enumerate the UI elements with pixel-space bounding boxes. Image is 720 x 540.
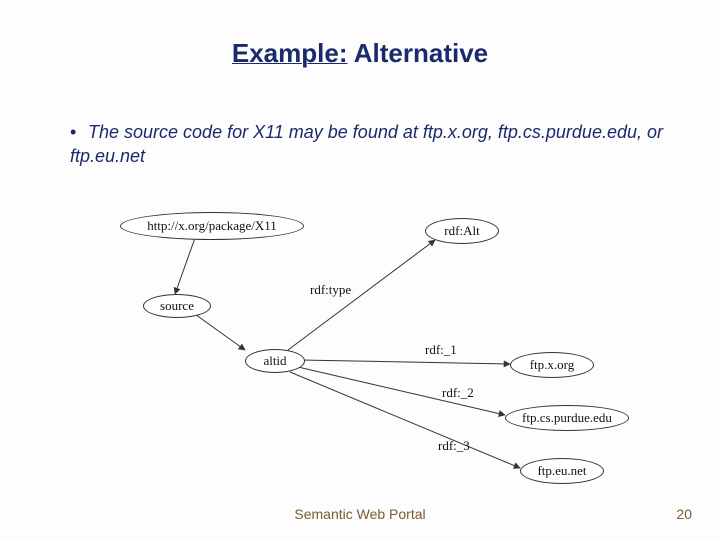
node-subject: http://x.org/package/X11 [120, 212, 304, 240]
node-ftp3-label: ftp.eu.net [537, 463, 586, 479]
graph-edges [0, 0, 720, 540]
node-ftp2: ftp.cs.purdue.edu [505, 405, 629, 431]
edge-label-rdf-2: rdf:_2 [442, 385, 474, 401]
node-rdf-alt: rdf:Alt [425, 218, 499, 244]
node-source-label: source [160, 298, 194, 314]
page-number: 20 [676, 506, 692, 522]
slide-title: Example: Alternative [0, 38, 720, 69]
node-ftp1-label: ftp.x.org [530, 357, 575, 373]
edge-label-rdf-1: rdf:_1 [425, 342, 457, 358]
node-altid-label: altid [263, 353, 286, 369]
node-subject-label: http://x.org/package/X11 [147, 218, 277, 234]
node-rdf-alt-label: rdf:Alt [444, 223, 479, 239]
edge-label-rdf-type: rdf:type [310, 282, 351, 298]
title-highlight: Example: [232, 38, 348, 68]
node-ftp1: ftp.x.org [510, 352, 594, 378]
bullet-text: •The source code for X11 may be found at… [70, 120, 670, 169]
bullet-content: The source code for X11 may be found at … [70, 122, 663, 166]
edge-label-rdf-3: rdf:_3 [438, 438, 470, 454]
node-altid: altid [245, 349, 305, 373]
node-ftp2-label: ftp.cs.purdue.edu [522, 410, 612, 426]
node-ftp3: ftp.eu.net [520, 458, 604, 484]
title-rest: Alternative [347, 38, 488, 68]
bullet-dot: • [70, 120, 88, 144]
footer-text: Semantic Web Portal [0, 506, 720, 522]
node-source: source [143, 294, 211, 318]
